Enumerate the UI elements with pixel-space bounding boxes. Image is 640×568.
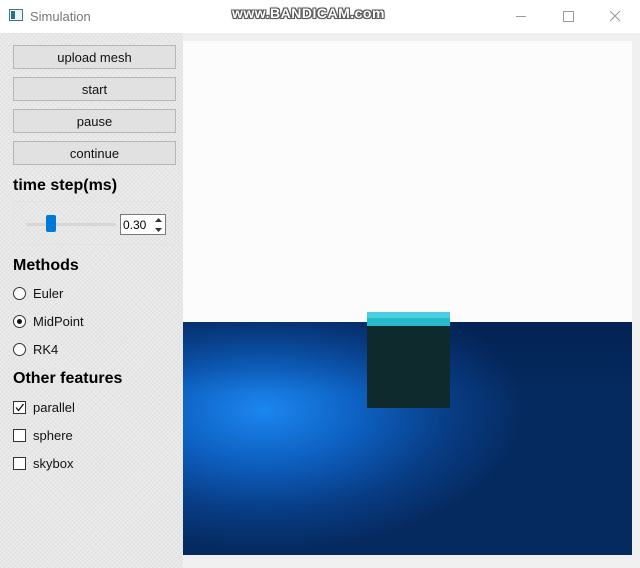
feature-parallel-label: parallel xyxy=(33,399,75,415)
radio-euler[interactable] xyxy=(13,286,26,300)
checkbox-sphere[interactable] xyxy=(13,428,26,442)
cube-top-highlight xyxy=(367,312,450,318)
simulation-viewport[interactable] xyxy=(183,41,632,555)
close-icon xyxy=(610,11,621,22)
radio-rk4[interactable] xyxy=(13,342,26,356)
checkbox-parallel[interactable] xyxy=(13,400,26,414)
time-step-slider-thumb[interactable] xyxy=(46,215,56,232)
upload-mesh-button[interactable]: upload mesh xyxy=(13,45,176,69)
checkmark-icon xyxy=(15,403,25,412)
app-icon xyxy=(9,9,23,21)
method-rk4-label: RK4 xyxy=(33,341,59,357)
chevron-up-icon xyxy=(155,217,162,222)
window-title: Simulation xyxy=(30,9,91,24)
methods-heading: Methods xyxy=(13,257,79,274)
chevron-down-icon xyxy=(155,227,162,232)
control-panel: upload mesh start pause continue time st… xyxy=(0,33,183,568)
method-midpoint-option[interactable]: MidPoint xyxy=(13,313,84,329)
pause-button[interactable]: pause xyxy=(13,109,176,133)
maximize-button[interactable] xyxy=(545,0,591,33)
method-euler-label: Euler xyxy=(33,285,64,301)
radio-midpoint[interactable] xyxy=(13,314,26,328)
close-button[interactable] xyxy=(592,0,638,33)
method-rk4-option[interactable]: RK4 xyxy=(13,341,58,357)
start-button[interactable]: start xyxy=(13,77,176,101)
continue-button[interactable]: continue xyxy=(13,141,176,165)
time-step-group: 0.30 xyxy=(13,201,176,245)
time-step-slider-track[interactable] xyxy=(26,223,116,226)
watermark: www.BANDICAM.com xyxy=(232,5,385,21)
minimize-icon xyxy=(516,16,526,17)
checkbox-skybox[interactable] xyxy=(13,456,26,470)
other-features-heading: Other features xyxy=(13,370,123,387)
time-step-value[interactable]: 0.30 xyxy=(123,218,146,232)
spin-down-button[interactable] xyxy=(153,225,164,234)
method-euler-option[interactable]: Euler xyxy=(13,285,63,301)
cube-mesh xyxy=(367,326,450,408)
feature-skybox-option[interactable]: skybox xyxy=(13,455,73,471)
feature-sphere-option[interactable]: sphere xyxy=(13,427,73,443)
time-step-heading: time step(ms) xyxy=(13,177,118,194)
maximize-icon xyxy=(563,11,574,22)
feature-parallel-option[interactable]: parallel xyxy=(13,399,75,415)
method-midpoint-label: MidPoint xyxy=(33,313,84,329)
time-step-spinbox[interactable]: 0.30 xyxy=(120,214,166,235)
feature-skybox-label: skybox xyxy=(33,455,74,471)
title-bar: Simulation www.BANDICAM.com xyxy=(0,0,640,33)
feature-sphere-label: sphere xyxy=(33,427,73,443)
spin-up-button[interactable] xyxy=(153,215,164,224)
minimize-button[interactable] xyxy=(498,0,544,33)
